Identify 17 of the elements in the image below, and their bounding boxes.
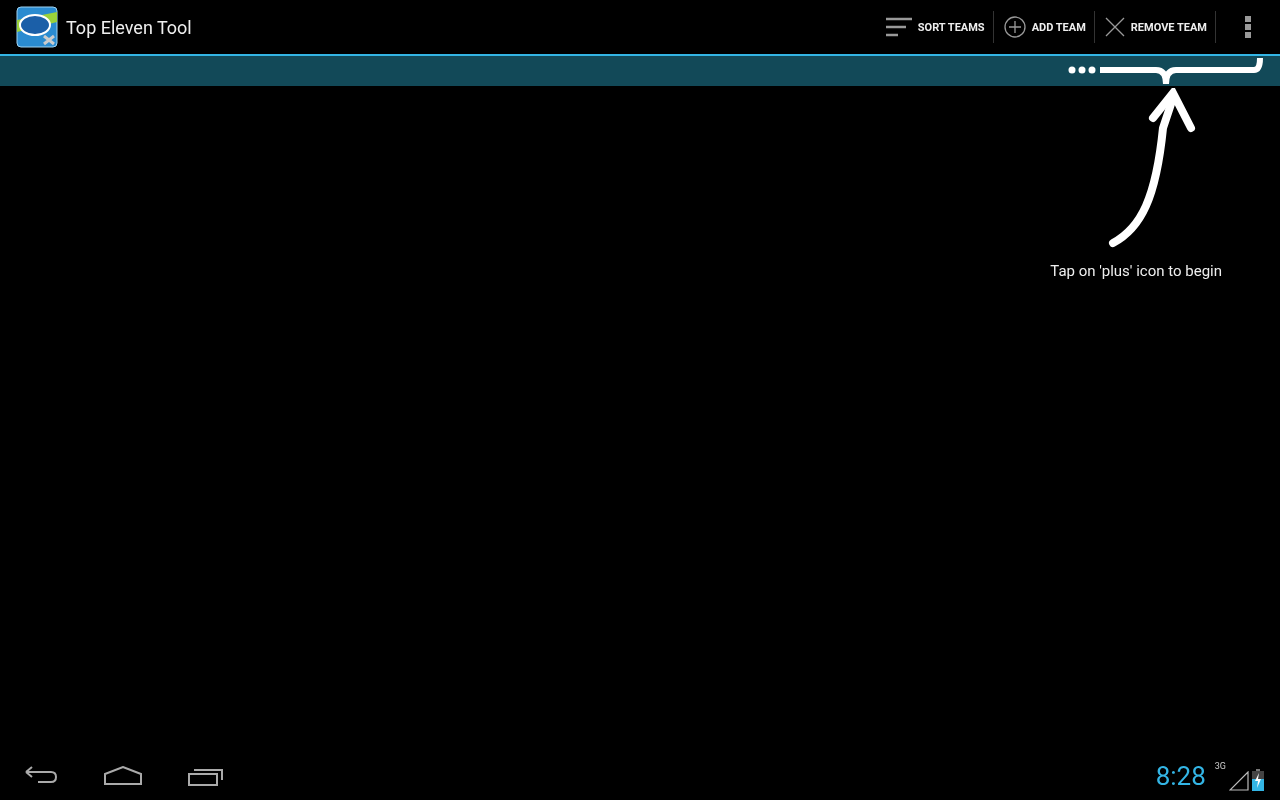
app-title: Top Eleven Tool [66, 16, 192, 38]
remove-team-button[interactable]: REMOVE TEAM [1094, 11, 1216, 43]
network-type: 3G [1214, 761, 1226, 771]
clock: 8:28 [1155, 761, 1206, 791]
battery-charging-icon [1252, 769, 1264, 791]
back-icon[interactable] [24, 766, 58, 786]
overflow-menu-icon[interactable] [1245, 16, 1251, 38]
hint-text: Tap on 'plus' icon to begin [1050, 262, 1222, 280]
sort-teams-button[interactable]: SORT TEAMS [875, 11, 994, 43]
signal-icon [1229, 771, 1249, 791]
app-logo-icon[interactable] [16, 6, 58, 48]
add-team-button[interactable]: ADD TEAM [993, 11, 1095, 43]
home-icon[interactable] [104, 766, 142, 786]
recent-apps-icon[interactable] [188, 766, 224, 786]
add-icon [1003, 16, 1026, 38]
sort-icon [885, 17, 912, 37]
close-icon [1104, 17, 1125, 37]
